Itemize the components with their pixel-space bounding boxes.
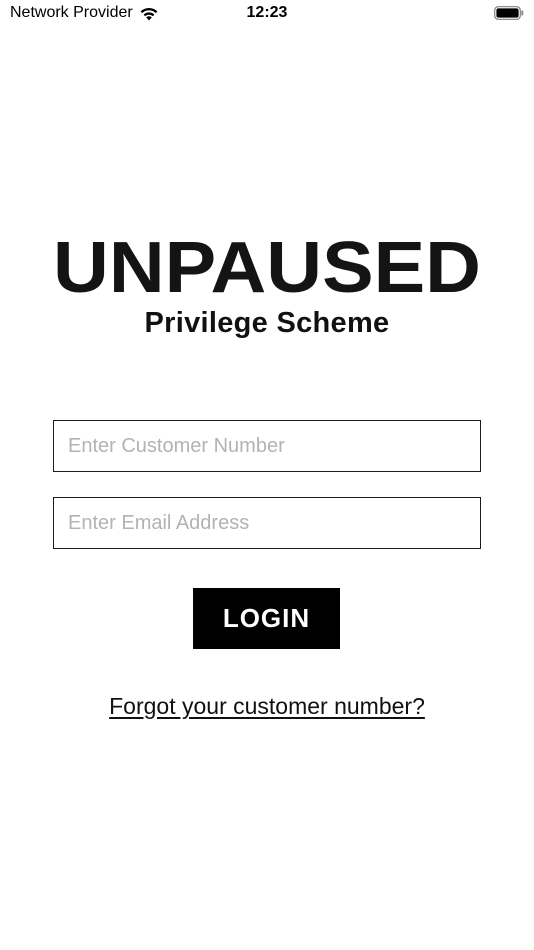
status-time: 12:23 xyxy=(246,4,288,21)
email-address-input[interactable] xyxy=(53,497,481,549)
forgot-customer-number-link[interactable]: Forgot your customer number? xyxy=(0,693,534,720)
unpaused-logo: UNPAUSED xyxy=(53,239,481,295)
customer-number-input[interactable] xyxy=(53,420,481,472)
battery-full-icon xyxy=(494,6,524,20)
status-bar: Network Provider 12:23 xyxy=(0,0,534,28)
logo-text: UNPAUSED xyxy=(53,239,481,295)
login-button[interactable]: LOGIN xyxy=(193,588,340,649)
page-subtitle: Privilege Scheme xyxy=(144,307,390,339)
